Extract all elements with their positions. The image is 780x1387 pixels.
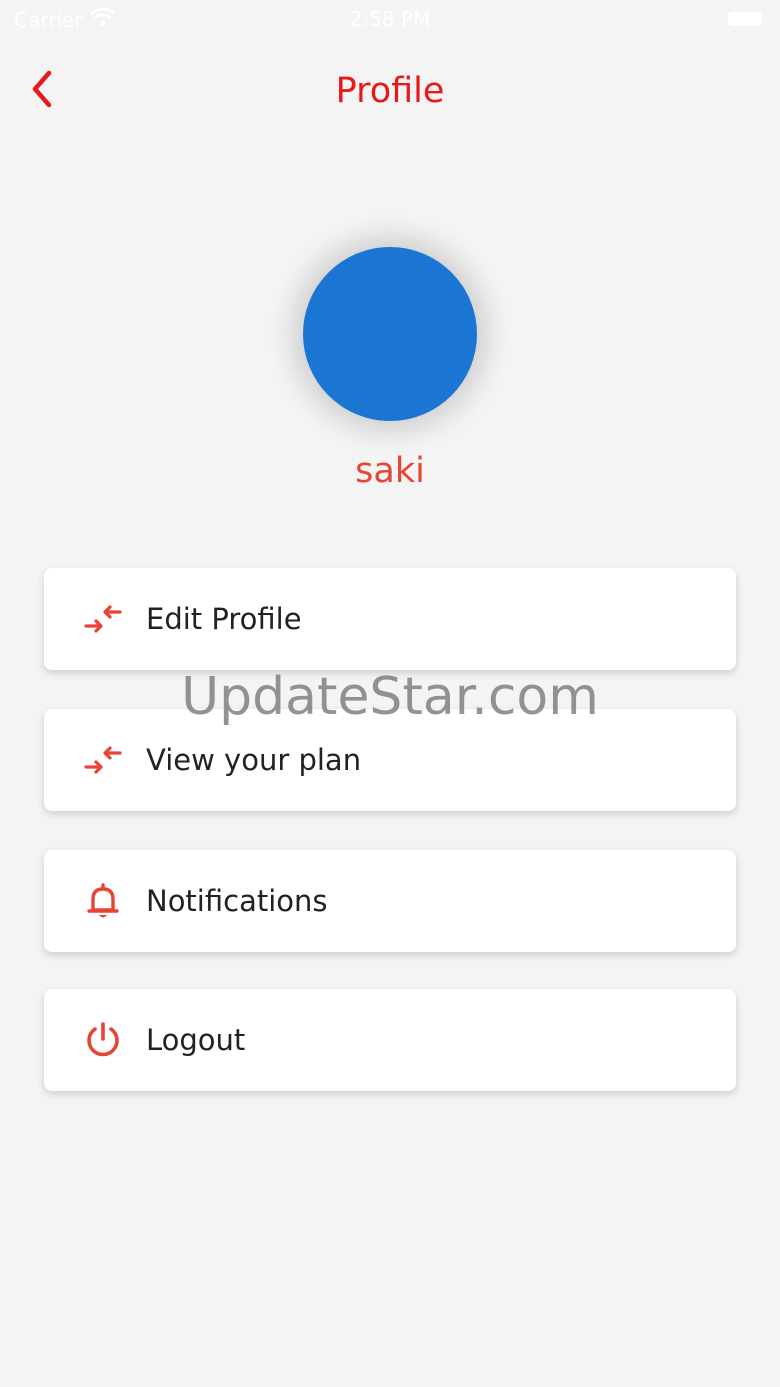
battery-icon <box>728 12 762 26</box>
page-title: Profile <box>335 71 445 111</box>
menu-item-label: Logout <box>146 1023 246 1057</box>
compare-arrows-icon <box>82 739 124 781</box>
status-bar: Carrier 2:58 PM <box>0 0 780 40</box>
menu-item-notifications[interactable]: Notifications <box>44 850 736 952</box>
avatar[interactable] <box>303 247 477 421</box>
menu-item-label: View your plan <box>146 743 362 777</box>
status-time: 2:58 PM <box>349 7 431 31</box>
menu-item-view-plan[interactable]: View your plan <box>44 709 736 811</box>
power-icon <box>82 1019 124 1061</box>
username: saki <box>355 451 425 491</box>
menu-item-edit-profile[interactable]: Edit Profile <box>44 568 736 670</box>
bell-icon <box>82 880 124 922</box>
menu-item-logout[interactable]: Logout <box>44 989 736 1091</box>
menu-item-label: Notifications <box>146 884 328 918</box>
compare-arrows-icon <box>82 598 124 640</box>
menu-item-label: Edit Profile <box>146 602 302 636</box>
